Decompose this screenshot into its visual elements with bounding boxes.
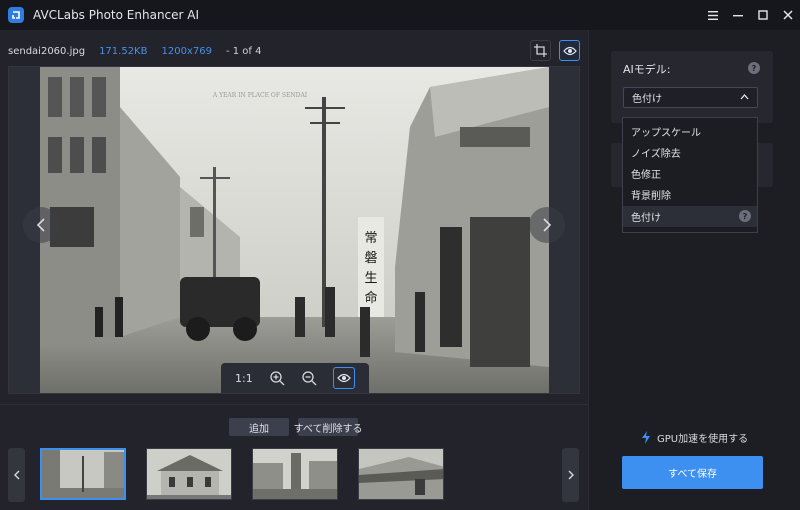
compare-button[interactable] xyxy=(559,40,580,61)
model-panel: AIモデル: ? 色付け xyxy=(611,51,773,123)
gpu-label: GPU加速を使用する xyxy=(657,434,749,445)
save-all-button[interactable]: すべて保存 xyxy=(622,456,763,489)
settings-panel: AIモデル: ? 色付け GPU加速を使用する すべて保存 xyxy=(588,30,800,510)
shop-sign-char: 磐 xyxy=(364,251,377,266)
editor-panel: sendai2060.jpg 171.52KB 1200x769 - 1 of … xyxy=(0,30,588,510)
prev-image-button[interactable] xyxy=(23,207,59,243)
minimize-icon[interactable] xyxy=(725,0,750,30)
preview-photo: 常 磐 生 命 A YEAR IN PLACE OF SENDAI xyxy=(40,67,549,393)
chevron-right-icon xyxy=(543,218,552,232)
close-icon[interactable] xyxy=(775,0,800,30)
chevron-left-icon xyxy=(36,218,45,232)
thumbnail-next-button[interactable] xyxy=(562,448,579,502)
chevron-left-icon xyxy=(13,470,19,480)
app-logo-icon xyxy=(8,7,24,23)
delete-all-button[interactable]: すべて削除する xyxy=(294,418,362,436)
shop-sign-char: 常 xyxy=(364,231,377,246)
compare-toggle-button[interactable] xyxy=(332,367,355,389)
thumbnail-3[interactable] xyxy=(252,448,338,500)
zoom-ratio[interactable]: 1:1 xyxy=(235,372,253,385)
hamburger-icon[interactable] xyxy=(700,0,725,30)
thumbnail-2[interactable] xyxy=(146,448,232,500)
shop-sign-char: 命 xyxy=(364,290,377,306)
model-label: AIモデル: xyxy=(623,63,671,76)
thumbnail-1[interactable] xyxy=(40,448,126,500)
model-select[interactable]: 色付け xyxy=(623,87,758,108)
thumbnail-prev-button[interactable] xyxy=(8,448,25,502)
app-title: AVCLabs Photo Enhancer AI xyxy=(33,8,200,22)
gpu-toggle[interactable]: GPU加速を使用する xyxy=(641,430,748,445)
file-dimensions: 1200x769 xyxy=(161,45,212,57)
crop-icon xyxy=(534,44,547,57)
file-size: 171.52KB xyxy=(99,45,148,57)
next-image-button[interactable] xyxy=(529,207,565,243)
model-select-value: 色付け xyxy=(632,94,662,105)
thumbnail-4[interactable] xyxy=(358,448,444,500)
eye-icon xyxy=(562,46,577,55)
zoom-out-icon[interactable] xyxy=(301,370,317,386)
title-bar: AVCLabs Photo Enhancer AI xyxy=(0,0,800,30)
help-icon[interactable]: ? xyxy=(748,62,760,74)
lightning-icon xyxy=(642,431,650,444)
file-name: sendai2060.jpg xyxy=(8,45,86,57)
zoom-in-icon[interactable] xyxy=(269,370,285,386)
dropdown-option-remove-background[interactable]: 背景削除 xyxy=(623,184,757,205)
dropdown-option-color-correct[interactable]: 色修正 xyxy=(623,163,757,184)
image-viewer: 常 磐 生 命 A YEAR IN PLACE OF SENDAI 1:1 xyxy=(8,66,580,394)
help-icon[interactable]: ? xyxy=(739,210,751,222)
dropdown-option-upscale[interactable]: アップスケール xyxy=(623,121,757,142)
file-info-bar: sendai2060.jpg 171.52KB 1200x769 - 1 of … xyxy=(8,42,275,60)
photo-caption: A YEAR IN PLACE OF SENDAI xyxy=(212,92,308,99)
eye-icon xyxy=(337,373,351,383)
dropdown-option-colorize-label: 色付け xyxy=(631,213,661,224)
add-button[interactable]: 追加 xyxy=(229,418,289,436)
dropdown-option-denoise[interactable]: ノイズ除去 xyxy=(623,142,757,163)
chevron-right-icon xyxy=(568,470,574,480)
dropdown-option-colorize[interactable]: 色付け ? xyxy=(623,206,757,227)
model-dropdown: アップスケール ノイズ除去 色修正 背景削除 色付け ? xyxy=(622,117,758,233)
zoom-toolbar: 1:1 xyxy=(221,363,369,393)
page-indicator: - 1 of 4 xyxy=(225,45,262,57)
maximize-icon[interactable] xyxy=(750,0,775,30)
shop-sign-char: 生 xyxy=(364,271,377,286)
divider xyxy=(0,404,588,405)
chevron-up-icon xyxy=(740,94,749,100)
crop-button[interactable] xyxy=(530,40,551,61)
